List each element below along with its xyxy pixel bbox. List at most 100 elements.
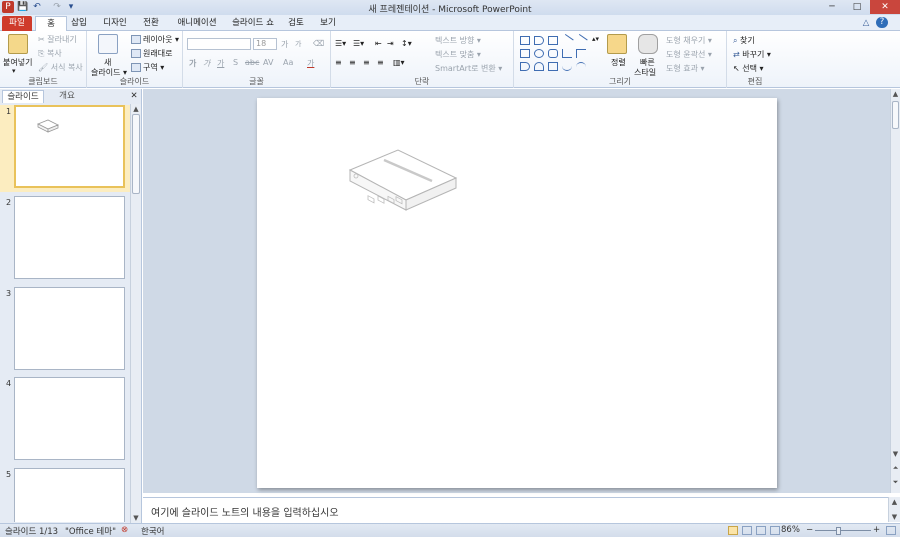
maximize-button[interactable]: □ <box>845 0 869 14</box>
replace-button[interactable]: ⇄ 바꾸기 ▾ <box>733 49 771 60</box>
change-case-button[interactable]: Aa <box>283 58 293 67</box>
slide-thumbnail[interactable]: 3 <box>0 287 130 374</box>
shape-rounded-rect-icon[interactable] <box>548 49 558 58</box>
minimize-ribbon-icon[interactable]: △ <box>860 16 872 31</box>
character-spacing-button[interactable]: AV <box>263 58 273 67</box>
new-slide-icon[interactable] <box>98 34 118 54</box>
shape-down-arrow-icon[interactable] <box>534 62 544 71</box>
scroll-down-icon[interactable]: ▼ <box>889 512 900 522</box>
shape-effects-button[interactable]: 도형 효과 ▾ <box>666 63 705 74</box>
justify-button[interactable]: ≡ <box>377 58 384 67</box>
convert-smartart-button[interactable]: SmartArt로 변환 ▾ <box>435 63 502 74</box>
next-slide-icon[interactable]: ⏷ <box>891 477 900 487</box>
shape-outline-button[interactable]: 도형 윤곽선 ▾ <box>666 49 712 60</box>
tab-design[interactable]: 디자인 <box>100 16 130 31</box>
scroll-up-icon[interactable]: ▲ <box>889 497 900 507</box>
zoom-in-button[interactable]: + <box>873 525 880 535</box>
section-button[interactable]: 구역 ▾ <box>131 62 164 73</box>
shape-star-icon[interactable] <box>548 62 558 71</box>
shape-arc-icon[interactable] <box>576 62 586 71</box>
fit-slide-icon[interactable] <box>886 526 896 535</box>
font-size-combo[interactable]: 18 <box>253 38 277 50</box>
line-spacing-button[interactable]: ↕▾ <box>401 39 412 48</box>
reset-button[interactable]: 원래대로 <box>131 48 172 59</box>
zoom-slider[interactable] <box>815 530 871 531</box>
bullets-button[interactable]: ☰▾ <box>335 39 346 48</box>
align-left-button[interactable]: ≡ <box>335 58 342 67</box>
layout-button[interactable]: 레이아웃 ▾ <box>131 34 179 45</box>
paste-button[interactable]: 붙여넣기 <box>3 57 32 68</box>
shape-triangle-icon[interactable] <box>562 49 572 58</box>
help-icon[interactable]: ? <box>876 17 888 28</box>
scroll-down-icon[interactable]: ▼ <box>891 449 900 459</box>
tab-outline[interactable]: 개요 <box>46 90 88 103</box>
router-device-image[interactable] <box>346 148 458 212</box>
arrange-button[interactable]: 정렬 <box>611 57 626 68</box>
scrollbar-thumb[interactable] <box>132 114 140 194</box>
shape-arrow-icon[interactable] <box>520 36 530 45</box>
decrease-indent-button[interactable]: ⇤ <box>375 39 382 48</box>
zoom-slider-thumb[interactable] <box>835 527 841 535</box>
slideshow-view-icon[interactable] <box>770 526 780 535</box>
grow-font-button[interactable]: 가 <box>281 39 288 50</box>
tab-home[interactable]: 홈 <box>35 16 67 31</box>
shapes-gallery-more-icon[interactable]: ▴▾ <box>592 35 599 43</box>
close-window-button[interactable]: ✕ <box>870 0 900 14</box>
align-text-button[interactable]: 텍스트 맞춤 ▾ <box>435 49 481 60</box>
shape-arrow-line-icon[interactable] <box>574 33 588 48</box>
zoom-out-button[interactable]: − <box>806 525 813 535</box>
slide-thumbnail[interactable]: 2 <box>0 196 130 283</box>
scroll-down-icon[interactable]: ▼ <box>131 513 141 523</box>
paste-icon[interactable] <box>8 34 28 54</box>
tab-slideshow[interactable]: 슬라이드 쇼 <box>228 16 278 31</box>
scrollbar-thumb[interactable] <box>892 101 899 129</box>
notes-scrollbar[interactable]: ▲ ▼ <box>888 497 900 522</box>
slide-thumbnail[interactable]: 4 <box>0 377 130 464</box>
clear-formatting-button[interactable]: ⌫ <box>313 39 324 48</box>
align-right-button[interactable]: ≡ <box>363 58 370 67</box>
arrange-icon[interactable] <box>607 34 627 54</box>
underline-button[interactable]: 가 <box>217 58 224 69</box>
minimize-button[interactable]: ─ <box>820 0 844 14</box>
tab-view[interactable]: 보기 <box>316 16 340 31</box>
font-color-button[interactable]: 가 <box>307 58 314 69</box>
font-name-combo[interactable] <box>187 38 251 50</box>
quick-styles-icon[interactable] <box>638 34 658 54</box>
previous-slide-icon[interactable]: ⏶ <box>891 463 900 473</box>
shrink-font-button[interactable]: 가 <box>295 39 301 49</box>
tab-insert[interactable]: 삽입 <box>68 16 90 31</box>
columns-button[interactable]: ▥▾ <box>393 58 405 67</box>
spelling-check-icon[interactable]: ⊗ <box>121 525 128 535</box>
text-direction-button[interactable]: 텍스트 방향 ▾ <box>435 35 481 46</box>
strikethrough-button[interactable]: abc <box>245 58 259 67</box>
slide-sorter-icon[interactable] <box>742 526 752 535</box>
reading-view-icon[interactable] <box>756 526 766 535</box>
scroll-up-icon[interactable]: ▲ <box>891 89 900 99</box>
notes-pane[interactable]: 여기에 슬라이드 노트의 내용을 입력하십시오 <box>143 497 888 522</box>
thumbnail-scrollbar[interactable]: ▲ ▼ <box>130 104 141 523</box>
shape-right-arrow-icon[interactable] <box>520 62 530 71</box>
italic-button[interactable]: 가 <box>203 58 210 69</box>
shape-curve-icon[interactable] <box>562 62 572 71</box>
normal-view-icon[interactable] <box>728 526 738 535</box>
paste-dropdown-icon[interactable]: ▾ <box>12 67 16 75</box>
close-panel-icon[interactable]: ✕ <box>128 90 140 103</box>
find-button[interactable]: ⌕ 찾기 <box>733 35 755 46</box>
slide-thumbnail[interactable]: 1 <box>0 105 130 192</box>
tab-transitions[interactable]: 전환 <box>138 16 164 31</box>
tab-file[interactable]: 파일 <box>2 16 32 31</box>
align-center-button[interactable]: ≡ <box>349 58 356 67</box>
select-button[interactable]: ↖ 선택 ▾ <box>733 63 764 74</box>
theme-name[interactable]: "Office 테마" <box>65 525 116 537</box>
shape-oval-icon[interactable] <box>534 49 544 58</box>
scroll-up-icon[interactable]: ▲ <box>131 104 141 114</box>
editor-scrollbar[interactable]: ▲ ▼ ⏶ ⏷ <box>890 89 900 493</box>
slide-thumbnail[interactable]: 5 <box>0 468 130 522</box>
slide-canvas[interactable] <box>257 98 777 488</box>
tab-slides[interactable]: 슬라이드 <box>2 90 44 103</box>
shape-pentagon-icon[interactable] <box>534 36 544 45</box>
shape-rectangle-icon[interactable] <box>520 49 530 58</box>
numbering-button[interactable]: ☰▾ <box>353 39 364 48</box>
shape-line-icon[interactable] <box>560 33 574 48</box>
zoom-level[interactable]: 86% <box>781 525 800 535</box>
